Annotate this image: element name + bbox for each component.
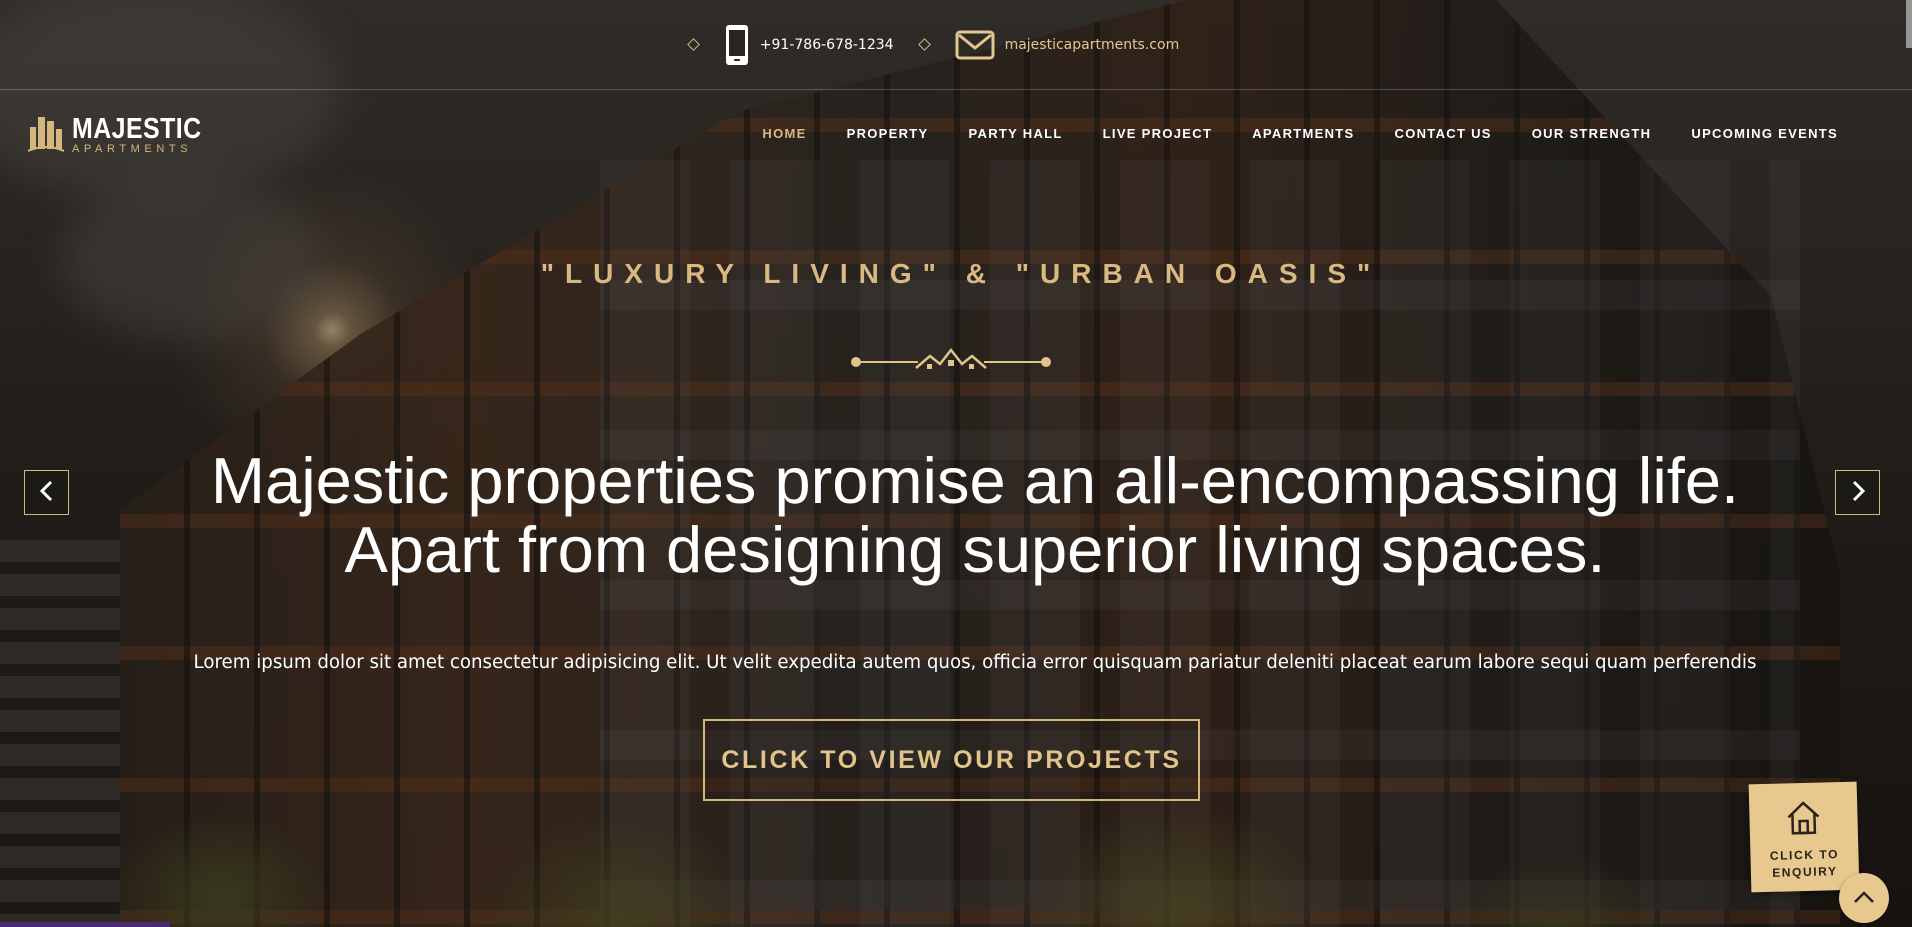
phone-link[interactable]: +91-786-678-1234 (724, 24, 894, 66)
view-projects-button[interactable]: CLICK TO VIEW OUR PROJECTS (703, 719, 1200, 801)
nav-item-our-strength[interactable]: OUR STRENGTH (1532, 126, 1652, 141)
phone-number: +91-786-678-1234 (759, 36, 894, 53)
email-address: majesticapartments.com (1004, 36, 1180, 53)
nav-item-live-project[interactable]: LIVE PROJECT (1103, 126, 1213, 141)
bottom-strip (0, 922, 170, 927)
nav-item-upcoming-events[interactable]: UPCOMING EVENTS (1691, 126, 1838, 141)
scrollbar-thumb[interactable] (1906, 0, 1912, 48)
logo-name: MAJESTIC (72, 112, 202, 145)
diamond-icon (686, 38, 700, 51)
enquiry-widget[interactable]: CLICK TO ENQUIRY (1748, 781, 1860, 893)
top-contact-bar: +91-786-678-1234 majesticapartments.com (0, 0, 1912, 90)
nav-item-home[interactable]: HOME (762, 126, 806, 141)
slider-next-button[interactable] (1835, 470, 1880, 515)
nav-item-contact-us[interactable]: CONTACT US (1395, 126, 1492, 141)
envelope-icon (955, 30, 995, 60)
buildings-logo-icon (27, 113, 65, 157)
enquiry-label: CLICK TO ENQUIRY (1769, 847, 1840, 880)
scroll-to-top-button[interactable] (1839, 873, 1889, 923)
mobile-phone-icon (724, 24, 750, 66)
chevron-left-icon (38, 480, 56, 506)
chevron-up-icon (1853, 889, 1875, 908)
email-link[interactable]: majesticapartments.com (955, 30, 1180, 60)
site-logo[interactable]: MAJESTIC APARTMENTS (27, 112, 223, 157)
house-icon (1784, 799, 1823, 842)
hero-headline: Majestic properties promise an all-encom… (0, 446, 1912, 584)
main-nav: HOME PROPERTY PARTY HALL LIVE PROJECT AP… (762, 126, 1838, 141)
nav-item-property[interactable]: PROPERTY (847, 126, 929, 141)
hero-tagline: "LUXURY LIVING" & "URBAN OASIS" (540, 258, 1382, 289)
slider-prev-button[interactable] (24, 470, 69, 515)
houses-divider-icon (848, 344, 1054, 380)
headline-line-1: Majestic properties promise an all-encom… (210, 444, 1740, 517)
hero-description: Lorem ipsum dolor sit amet consectetur a… (193, 652, 1757, 673)
chevron-right-icon (1849, 480, 1867, 506)
headline-line-2: Apart from designing superior living spa… (344, 513, 1606, 586)
nav-item-apartments[interactable]: APARTMENTS (1252, 126, 1354, 141)
diamond-icon (917, 38, 931, 51)
nav-item-party-hall[interactable]: PARTY HALL (969, 126, 1063, 141)
